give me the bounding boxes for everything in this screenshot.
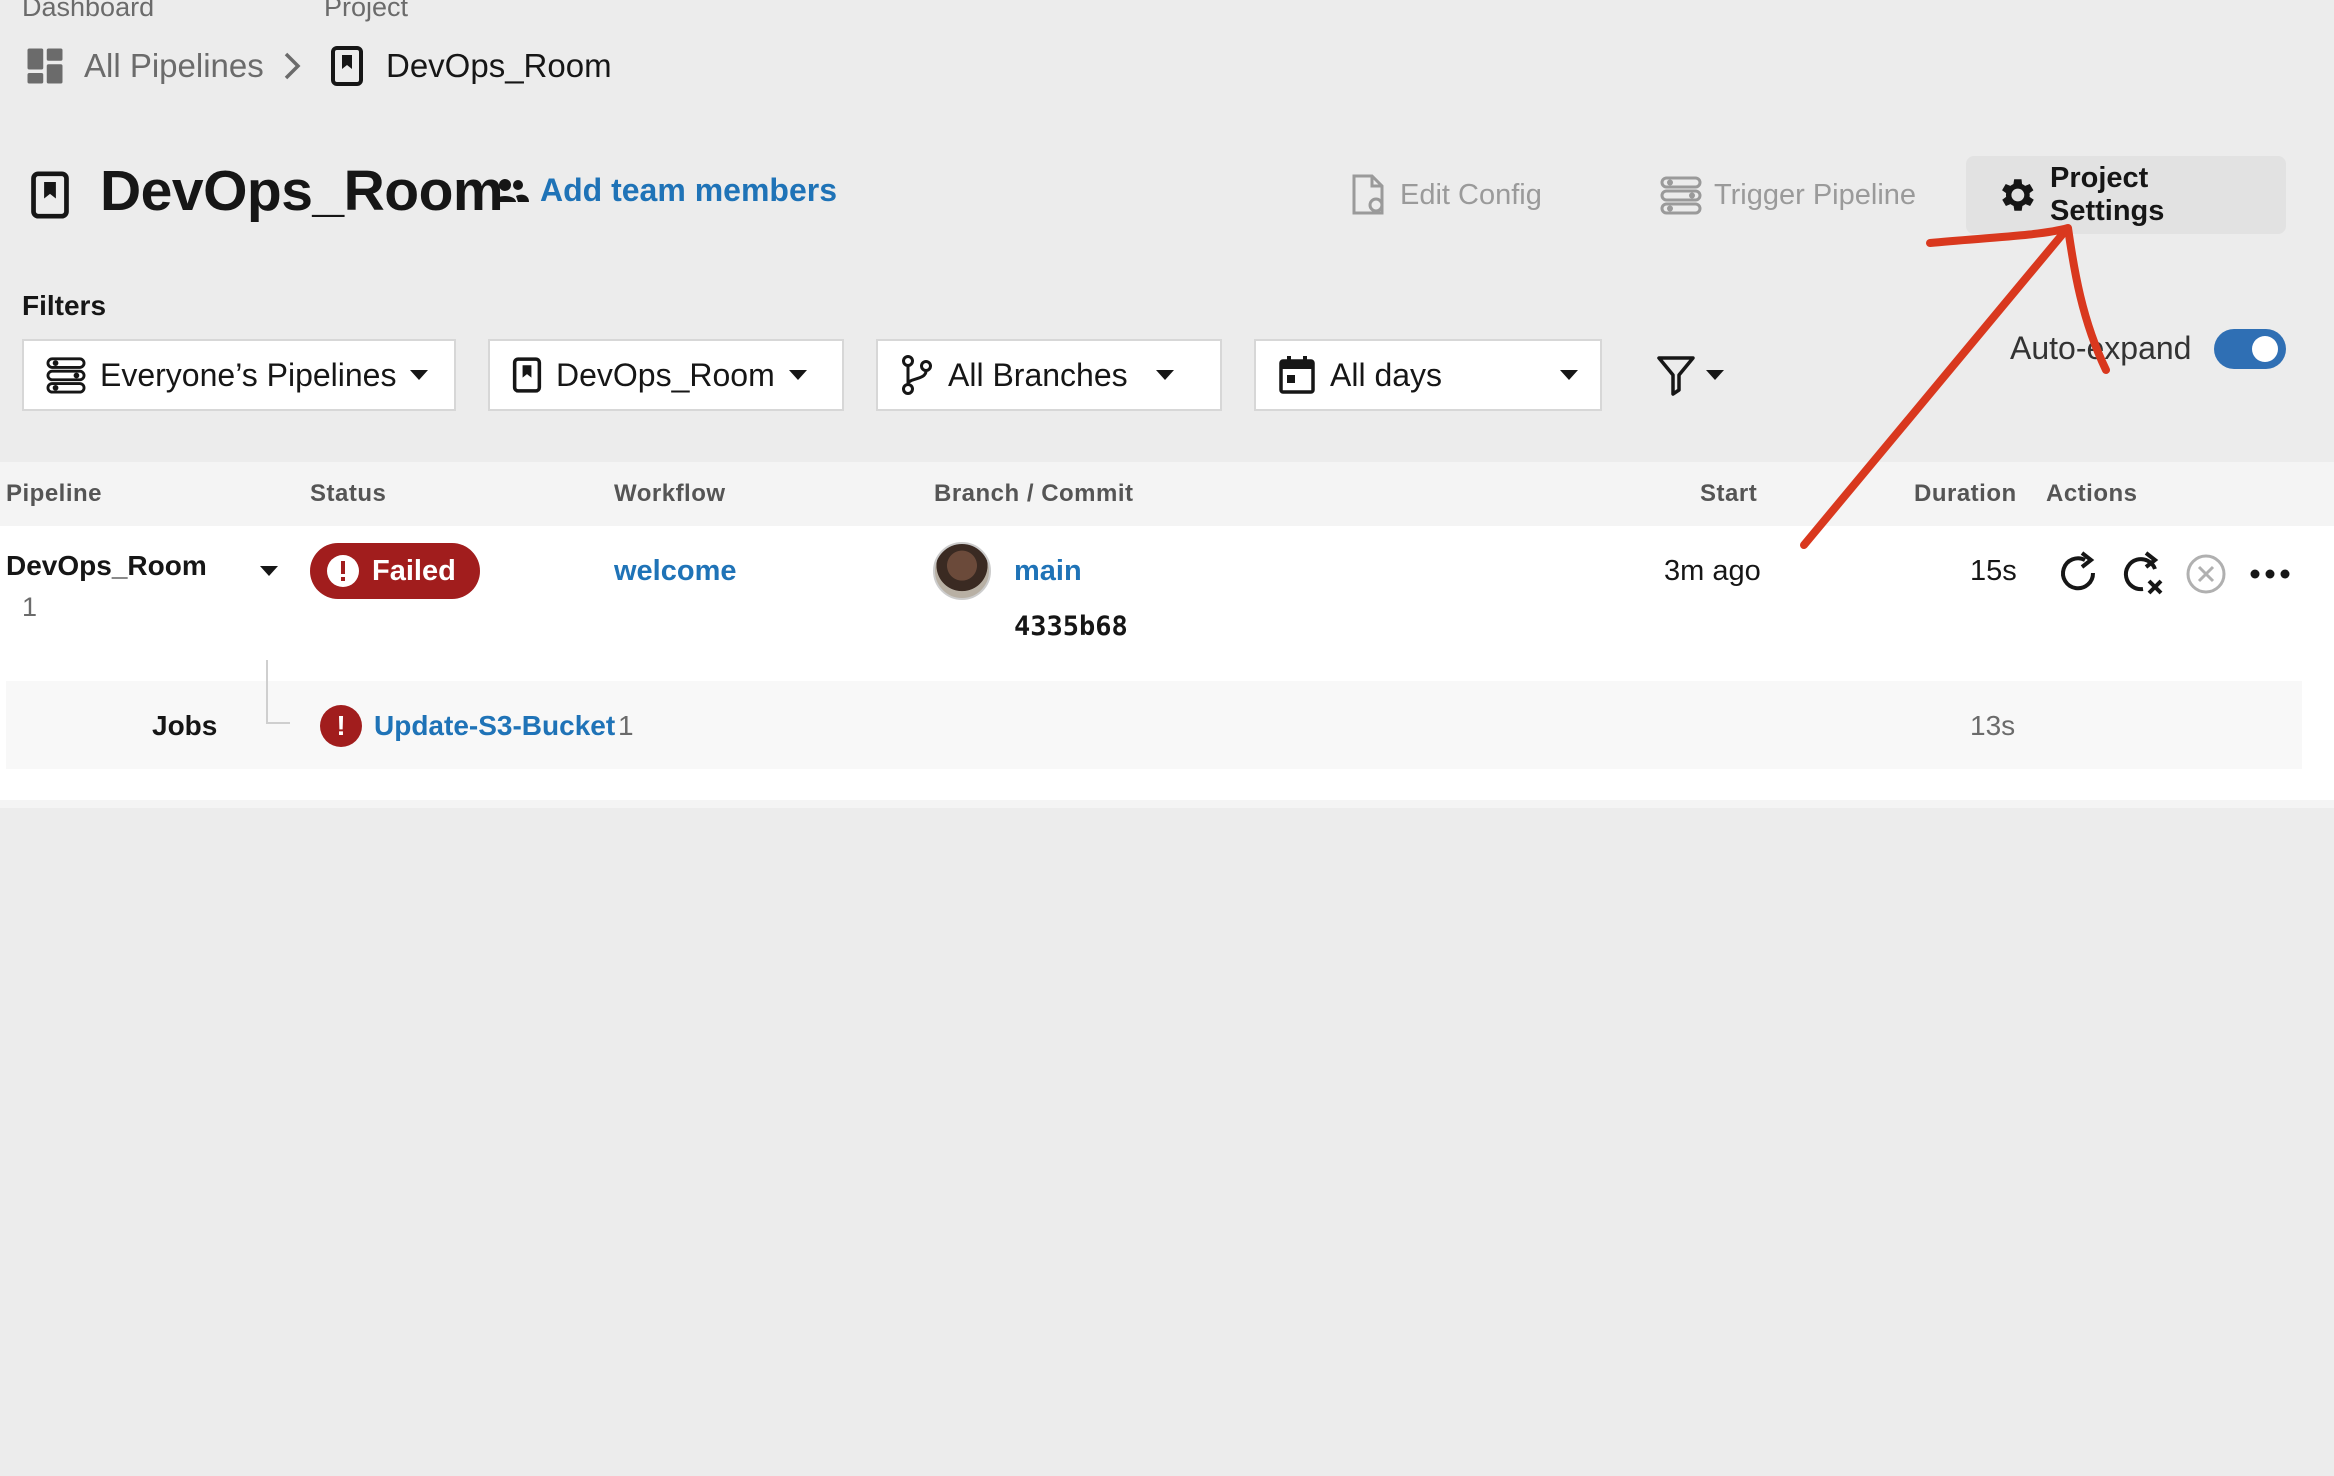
branches-filter-value: All Branches	[948, 356, 1128, 393]
days-filter-dropdown[interactable]: All days	[1254, 339, 1602, 411]
header-workflow: Workflow	[614, 480, 726, 507]
people-icon	[492, 176, 540, 206]
breadcrumb-project-label: Project	[324, 0, 409, 22]
workflow-link[interactable]: welcome	[614, 555, 737, 588]
job-number: 1	[618, 710, 634, 741]
job-link[interactable]: Update-S3-Bucket	[374, 710, 615, 742]
breadcrumb-dashboard-label: Dashboard	[22, 0, 155, 22]
duration: 15s	[1970, 555, 2017, 587]
breadcrumb-current-label: DevOps_Room	[386, 47, 612, 84]
advanced-filter-button[interactable]	[1640, 339, 1740, 411]
auto-expand-toggle[interactable]	[2214, 329, 2286, 369]
project-filter-value: DevOps_Room	[556, 356, 775, 393]
calendar-icon	[1278, 355, 1316, 395]
table-footer-divider	[0, 800, 2334, 808]
chevron-down-icon	[1560, 370, 1578, 380]
filters-label: Filters	[22, 290, 107, 321]
branches-filter-dropdown[interactable]: All Branches	[876, 339, 1222, 411]
more-icon[interactable]	[2246, 550, 2294, 598]
branch-link[interactable]: main	[1014, 555, 1082, 588]
toggle-knob	[2252, 336, 2278, 362]
header-status: Status	[310, 480, 387, 507]
chevron-down-icon	[410, 370, 429, 380]
project-bookmark-icon	[512, 356, 542, 394]
jobs-tree-connector	[266, 660, 290, 724]
header-branch-commit: Branch / Commit	[934, 480, 1134, 507]
breadcrumb-all-pipelines-label: All Pipelines	[84, 47, 264, 84]
alert-icon	[326, 554, 360, 588]
auto-expand-label: Auto-expand	[2010, 330, 2192, 366]
cancel-icon[interactable]	[2182, 550, 2230, 598]
edit-config-label: Edit Config	[1400, 178, 1542, 211]
chevron-down-icon	[788, 370, 807, 380]
pipelines-filter-value: Everyone’s Pipelines	[100, 356, 397, 393]
job-duration: 13s	[1970, 710, 2016, 741]
filter-icon	[1656, 354, 1696, 396]
expand-row-caret-icon[interactable]	[260, 566, 278, 576]
start-time: 3m ago	[1664, 555, 1761, 587]
commit-hash[interactable]: 4335b68	[1014, 611, 1128, 642]
header-duration: Duration	[1914, 480, 2017, 507]
pipeline-icon	[46, 356, 86, 394]
project-settings-button[interactable]: Project Settings	[1966, 156, 2286, 234]
trigger-pipeline-button[interactable]: Trigger Pipeline	[1632, 156, 1945, 234]
pipeline-name[interactable]: DevOps_Room	[6, 550, 207, 582]
edit-config-button[interactable]: Edit Config	[1322, 156, 1570, 234]
avatar	[933, 542, 991, 600]
header-pipeline: Pipeline	[6, 480, 103, 507]
header-actions: Actions	[2046, 480, 2138, 507]
chevron-down-icon	[1706, 370, 1724, 380]
status-label: Failed	[372, 554, 456, 587]
dashboard-icon	[24, 45, 66, 87]
chevron-down-icon	[1155, 370, 1174, 380]
pipelines-filter-dropdown[interactable]: Everyone’s Pipelines	[22, 339, 456, 411]
edit-config-icon	[1350, 173, 1388, 217]
project-bookmark-icon	[30, 170, 70, 225]
rerun-failed-icon[interactable]	[2118, 550, 2166, 598]
pipeline-number[interactable]: 1	[22, 592, 37, 623]
page-title: DevOps_Room	[100, 159, 504, 223]
project-settings-label: Project Settings	[2050, 162, 2165, 227]
header-start: Start	[1700, 480, 1758, 507]
chevron-right-icon	[280, 50, 304, 87]
branch-icon	[900, 354, 934, 396]
rerun-icon[interactable]	[2054, 550, 2102, 598]
trigger-pipeline-label: Trigger Pipeline	[1714, 178, 1917, 211]
alert-icon: !	[320, 705, 362, 747]
project-filter-dropdown[interactable]: DevOps_Room	[488, 339, 844, 411]
add-team-members-link[interactable]: Add team members	[492, 172, 837, 209]
breadcrumb-current-project[interactable]: DevOps_Room	[330, 40, 612, 92]
gear-icon	[1994, 173, 2038, 217]
days-filter-value: All days	[1330, 356, 1443, 393]
project-bookmark-icon	[330, 45, 364, 87]
breadcrumb-all-pipelines[interactable]: All Pipelines	[24, 40, 264, 92]
pipeline-icon	[1660, 175, 1702, 215]
jobs-label: Jobs	[152, 710, 218, 741]
status-badge[interactable]: Failed	[310, 543, 480, 599]
add-team-members-label: Add team members	[540, 172, 837, 208]
